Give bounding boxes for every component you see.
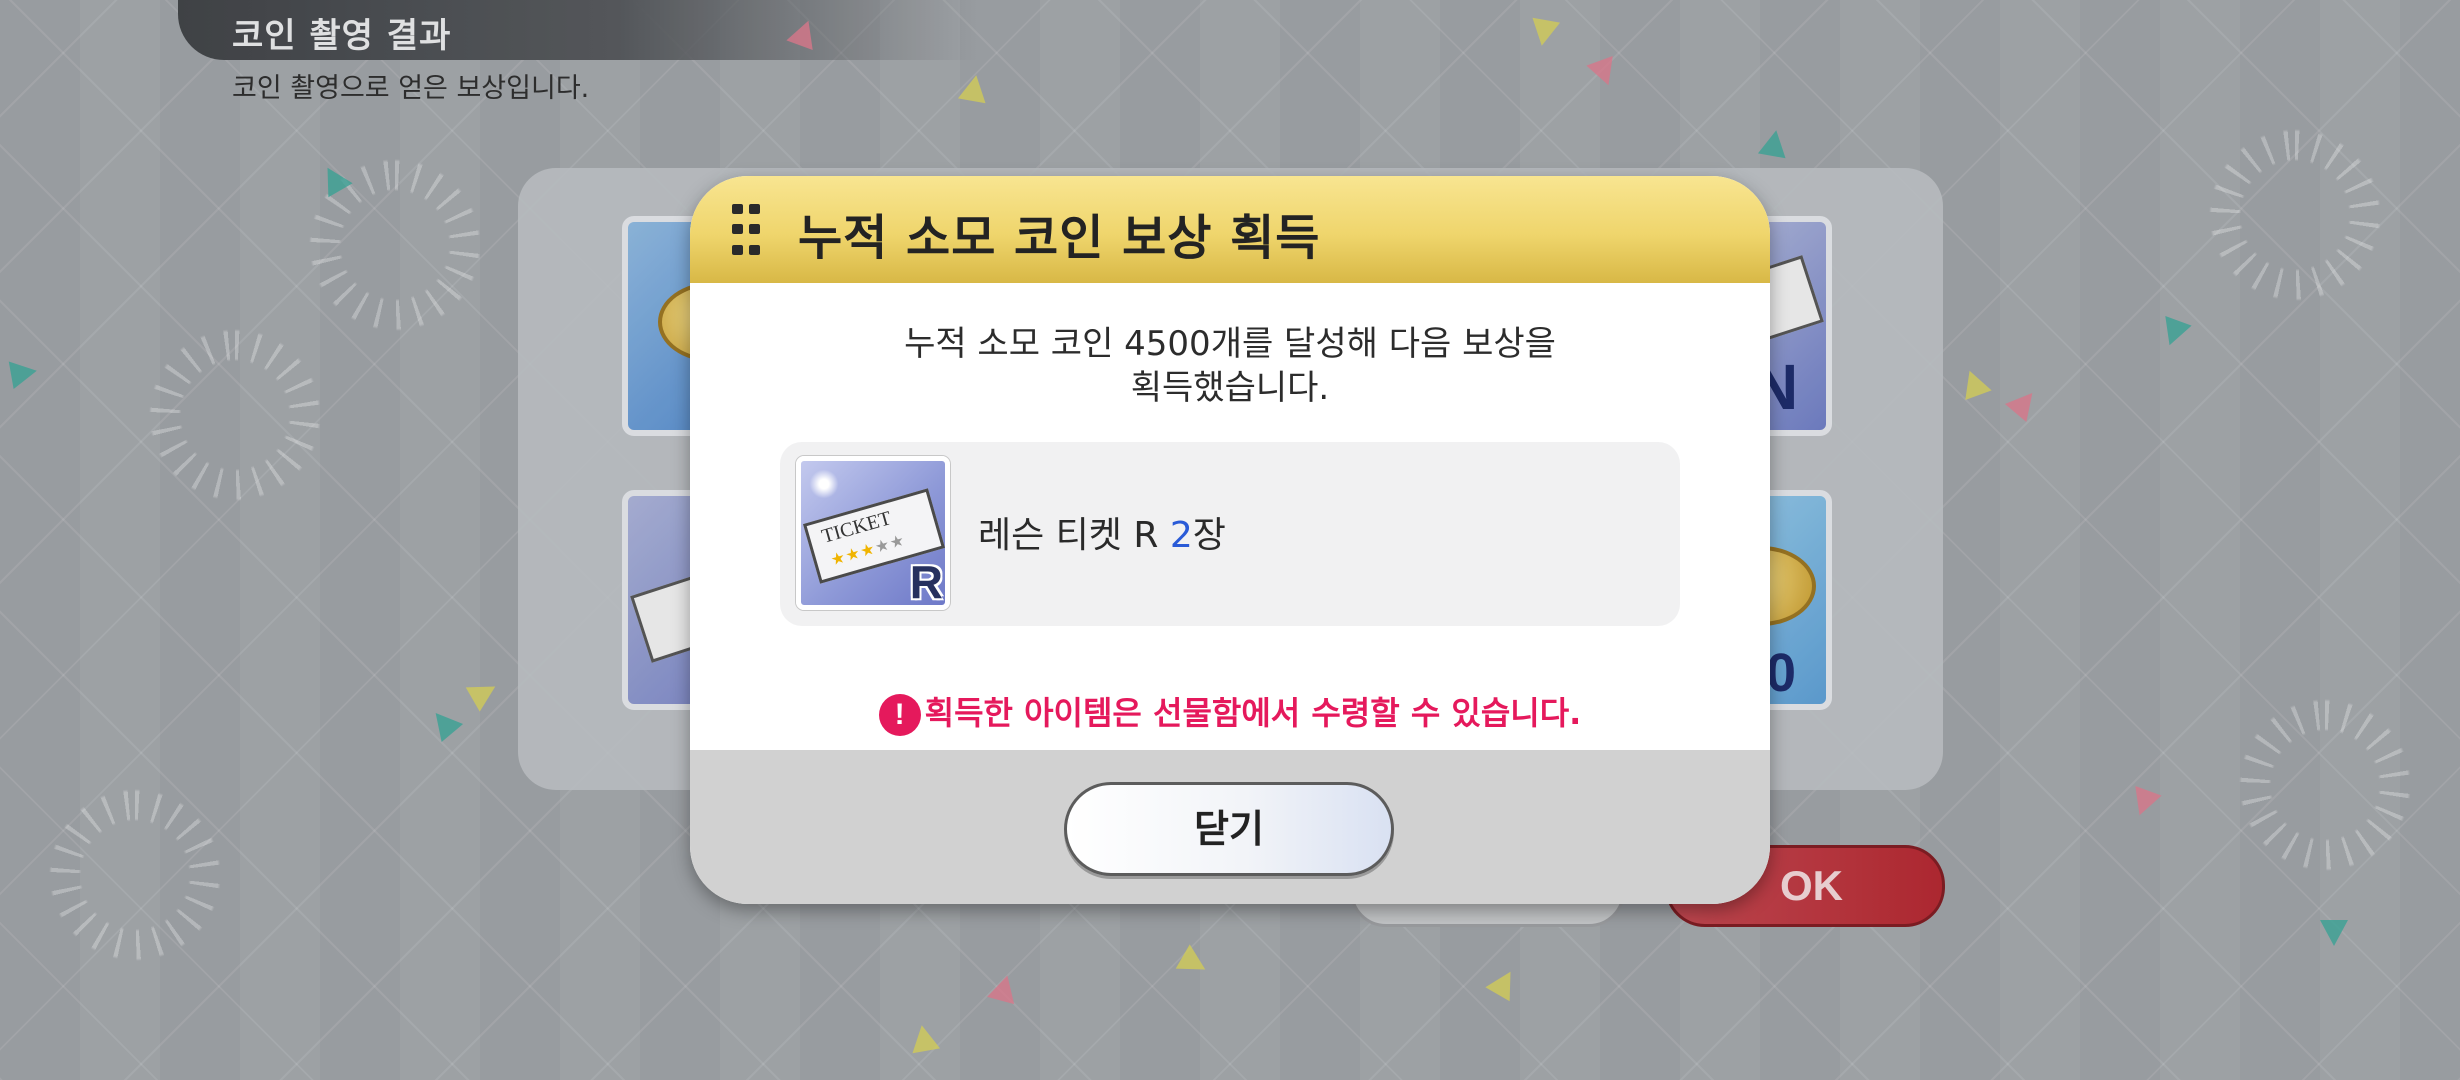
notice-text: 획득한 아이템은 선물함에서 수령할 수 있습니다.: [924, 694, 1582, 732]
game-screen: 코인 촬영 결과 코인 촬영으로 얻은 보상입니다. N 00 OK: [0, 0, 2460, 1080]
dialog-message: 누적 소모 코인 4500개를 달성해 다음 보상을 획득했습니다.: [690, 322, 1770, 410]
gift-box-notice: ! 획득한 아이템은 선물함에서 수령할 수 있습니다.: [690, 688, 1770, 736]
dialog-message-line: 획득했습니다.: [1130, 368, 1330, 408]
grip-icon: [732, 204, 760, 260]
rank-badge: R: [909, 556, 943, 608]
reward-item-label: 레슨 티켓 R: [978, 515, 1170, 556]
close-button[interactable]: 닫기: [1064, 782, 1394, 876]
reward-item-name: 레슨 티켓 R 2장: [978, 506, 1226, 558]
dialog-message-line: 누적 소모 코인 4500개를 달성해 다음 보상을: [904, 324, 1556, 364]
dialog-title: 누적 소모 코인 보상 획득: [798, 210, 1321, 266]
sparkle-icon: [807, 467, 841, 501]
lesson-ticket-r-icon: TICKET ★★★★★ R: [796, 456, 950, 610]
reward-item-quantity: 2: [1169, 515, 1193, 556]
reward-dialog: 누적 소모 코인 보상 획득 누적 소모 코인 4500개를 달성해 다음 보상…: [690, 176, 1770, 904]
dialog-header: 누적 소모 코인 보상 획득: [690, 176, 1770, 283]
warning-icon: !: [878, 694, 921, 736]
reward-item-unit: 장: [1192, 515, 1226, 556]
reward-item-row: TICKET ★★★★★ R 레슨 티켓 R 2장: [780, 442, 1680, 626]
